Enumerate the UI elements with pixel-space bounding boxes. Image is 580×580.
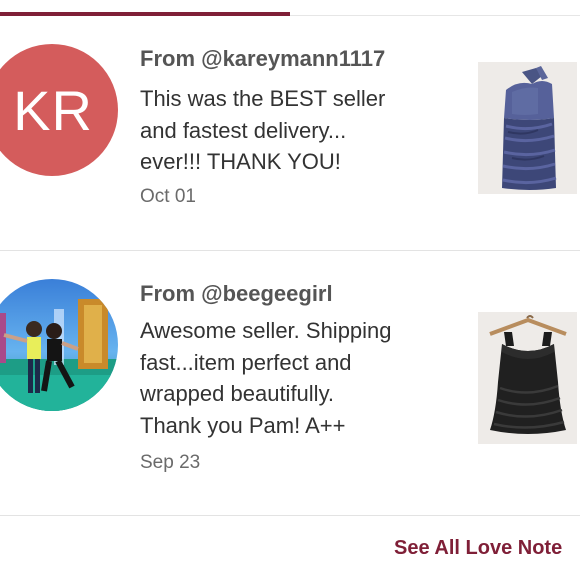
love-note-message-line: ever!!! THANK YOU!	[140, 149, 341, 174]
navy-dress-image	[478, 62, 577, 194]
love-note-message-line: fast...item perfect and	[140, 349, 352, 375]
black-top-image	[478, 312, 577, 444]
love-note-date: Sep 23	[140, 452, 201, 473]
love-note-message: This was the BEST seller and fastest del…	[140, 83, 452, 178]
divider	[0, 515, 580, 516]
avatar-initials: KR	[13, 78, 93, 142]
user-profile-photo	[0, 279, 118, 411]
love-note-message-line: Awesome seller. Shipping	[140, 318, 392, 343]
love-notes-panel: KR From @kareymann1117 This was the BEST…	[0, 0, 580, 580]
avatar[interactable]	[0, 279, 118, 411]
love-note-from[interactable]: From @kareymann1117	[140, 46, 385, 72]
love-note-message-line: Thank you Pam! A++	[140, 412, 346, 438]
avatar[interactable]: KR	[0, 44, 118, 176]
item-thumbnail[interactable]	[478, 62, 577, 194]
love-note-item[interactable]: From @beegeegirl Awesome seller. Shippin…	[0, 251, 580, 515]
love-note-message-line: wrapped beautifully.	[140, 381, 335, 406]
love-note-item[interactable]: KR From @kareymann1117 This was the BEST…	[0, 16, 580, 250]
see-all-love-notes-link[interactable]: See All Love Note	[394, 537, 562, 560]
love-note-from[interactable]: From @beegeegirl	[140, 281, 333, 307]
love-note-message-line: This was the BEST seller	[140, 86, 386, 111]
item-thumbnail[interactable]	[478, 312, 577, 444]
love-note-date: Oct 01	[140, 186, 196, 207]
love-note-message: Awesome seller. Shipping fast...item per…	[140, 315, 452, 441]
love-note-message-line: and fastest delivery...	[140, 117, 347, 143]
